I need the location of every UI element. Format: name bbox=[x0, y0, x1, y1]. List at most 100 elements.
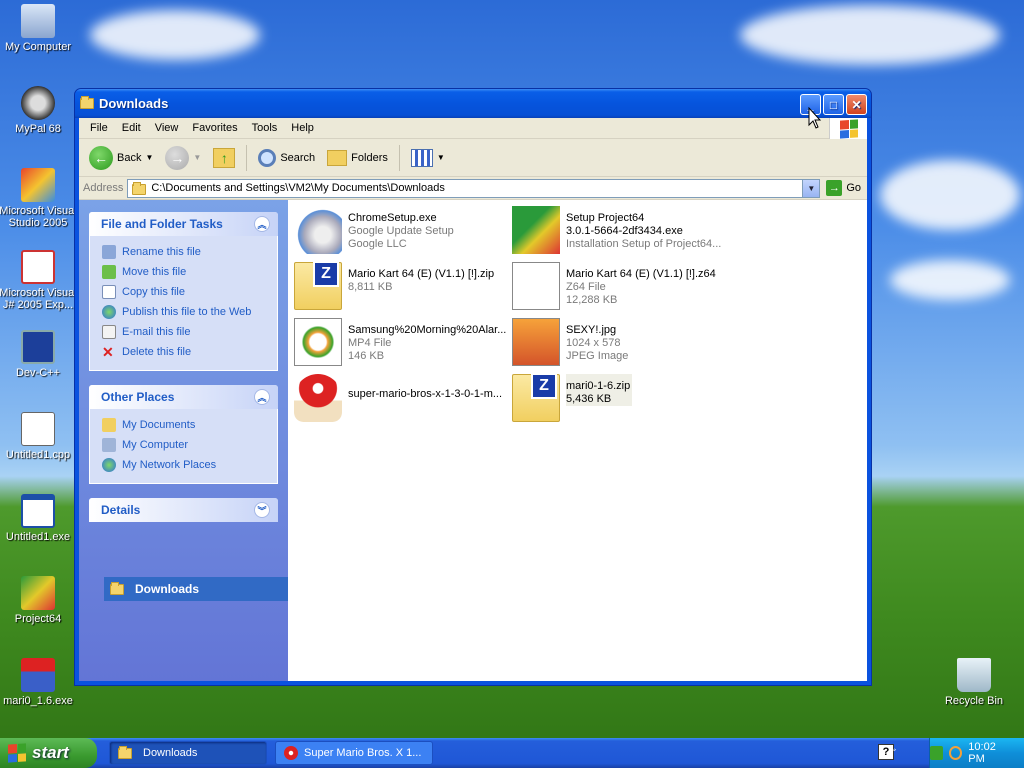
exe-file-icon bbox=[21, 494, 55, 528]
desktop-icon-dev-cpp[interactable]: Dev-C++ bbox=[0, 330, 78, 379]
taskbar-item-label: Super Mario Bros. X 1... bbox=[304, 747, 422, 759]
up-folder-button[interactable]: ↑ bbox=[209, 146, 239, 170]
panel-title: File and Folder Tasks bbox=[101, 217, 223, 231]
menu-tools[interactable]: Tools bbox=[245, 122, 285, 134]
desktop-icon-untitled-exe[interactable]: Untitled1.exe bbox=[0, 494, 78, 543]
my-documents-icon bbox=[102, 418, 116, 432]
menu-view[interactable]: View bbox=[148, 122, 186, 134]
clock[interactable]: 10:02 PM bbox=[968, 741, 1012, 765]
file-item[interactable]: Mario Kart 64 (E) (V1.1) [!].zip8,811 KB bbox=[294, 261, 509, 310]
chevron-up-icon[interactable]: ︽ bbox=[254, 216, 270, 232]
chevron-down-icon[interactable]: ︾ bbox=[254, 502, 270, 518]
media-file-icon bbox=[294, 318, 342, 366]
desktop-icon-recycle-bin[interactable]: Recycle Bin bbox=[934, 658, 1014, 707]
menu-edit[interactable]: Edit bbox=[115, 122, 148, 134]
my-network-places-link[interactable]: My Network Places bbox=[102, 455, 265, 475]
close-button[interactable]: ✕ bbox=[846, 94, 867, 115]
details-header[interactable]: Details ︾ bbox=[89, 498, 278, 522]
taskbar-item-smbx[interactable]: Super Mario Bros. X 1... bbox=[275, 741, 433, 765]
move-file-link[interactable]: Move this file bbox=[102, 262, 265, 282]
file-item[interactable]: super-mario-bros-x-1-3-0-1-m... bbox=[294, 374, 509, 422]
network-icon[interactable] bbox=[930, 746, 943, 760]
file-item[interactable]: mari0-1-6.zip5,436 KB bbox=[512, 373, 752, 422]
tray-arrow-icon[interactable]: ⇔ bbox=[888, 744, 898, 755]
other-places-header[interactable]: Other Places ︽ bbox=[89, 385, 278, 409]
file-item[interactable]: SEXY!.jpg 1024 x 578 JPEG Image bbox=[512, 318, 752, 366]
search-button[interactable]: Search bbox=[254, 147, 319, 169]
menu-help[interactable]: Help bbox=[284, 122, 321, 134]
go-arrow-icon: → bbox=[826, 180, 843, 196]
task-pane: File and Folder Tasks ︽ Rename this file… bbox=[79, 200, 417, 681]
publish-file-link[interactable]: Publish this file to the Web bbox=[102, 302, 265, 322]
zip-folder-icon bbox=[294, 261, 342, 310]
file-item[interactable]: Samsung%20Morning%20Alar... MP4 File 146 K… bbox=[294, 318, 509, 366]
file-name: mari0-1-6.zip bbox=[566, 380, 631, 392]
recycle-bin-icon bbox=[957, 658, 991, 692]
copy-file-link[interactable]: Copy this file bbox=[102, 282, 265, 302]
desktop-icon-label: Microsoft Visual Studio 2005 bbox=[0, 205, 77, 229]
taskbar-item-label: Downloads bbox=[143, 747, 198, 759]
file-folder-tasks-header[interactable]: File and Folder Tasks ︽ bbox=[89, 212, 278, 236]
mouse-cursor-icon bbox=[808, 107, 822, 129]
go-label: Go bbox=[846, 182, 861, 194]
views-button[interactable]: ▼ bbox=[407, 147, 449, 169]
chevron-down-icon[interactable]: ▼ bbox=[437, 153, 445, 162]
file-list[interactable]: ChromeSetup.exe Google Update Setup Google… bbox=[288, 200, 867, 681]
dev-cpp-icon bbox=[21, 330, 55, 364]
file-detail: Google Update Setup bbox=[348, 225, 454, 237]
cloud bbox=[880, 160, 1020, 230]
forward-button[interactable]: → ▼ bbox=[161, 144, 205, 172]
link-label: Rename this file bbox=[122, 246, 201, 258]
address-dropdown-icon[interactable]: ▼ bbox=[802, 179, 820, 197]
go-button[interactable]: → Go bbox=[820, 180, 867, 196]
email-file-link[interactable]: E-mail this file bbox=[102, 322, 265, 342]
desktop-icon-my-computer[interactable]: My Computer bbox=[0, 4, 78, 53]
generic-file-icon bbox=[512, 262, 560, 310]
desktop-icon-mari0[interactable]: mari0_1.6.exe bbox=[0, 658, 78, 707]
file-item[interactable]: ChromeSetup.exe Google Update Setup Google… bbox=[294, 206, 509, 254]
address-input[interactable]: C:\Documents and Settings\VM2\My Documen… bbox=[127, 178, 821, 198]
desktop-icon-label: Project64 bbox=[14, 613, 62, 625]
chevron-down-icon[interactable]: ▼ bbox=[193, 153, 201, 162]
desktop-icon-project64[interactable]: Project64 bbox=[0, 576, 78, 625]
delete-file-link[interactable]: ✕ Delete this file bbox=[102, 342, 265, 362]
file-detail: Z64 File bbox=[566, 281, 606, 293]
title-bar[interactable]: Downloads _ □ ✕ bbox=[75, 89, 871, 118]
search-tray-icon[interactable] bbox=[949, 746, 963, 760]
menu-file[interactable]: File bbox=[83, 122, 115, 134]
file-item[interactable]: Setup Project64 3.0.1-5664-2df3434.exe Ins… bbox=[512, 206, 752, 254]
desktop-icon-untitled-cpp[interactable]: Untitled1.cpp bbox=[0, 412, 78, 461]
views-icon bbox=[410, 148, 433, 167]
menu-favorites[interactable]: Favorites bbox=[185, 122, 244, 134]
taskbar-item-downloads[interactable]: Downloads bbox=[109, 741, 267, 765]
desktop-icon-visual-studio[interactable]: Microsoft Visual Studio 2005 bbox=[0, 168, 78, 229]
file-name: Mario Kart 64 (E) (V1.1) [!].z64 bbox=[566, 268, 716, 280]
explorer-window[interactable]: Downloads _ □ ✕ File Edit View Favorites… bbox=[74, 88, 872, 686]
visual-jsharp-icon bbox=[21, 250, 55, 284]
start-button[interactable]: start bbox=[0, 738, 97, 768]
project64-icon bbox=[512, 206, 560, 254]
desktop-icon-mypal[interactable]: MyPal 68 bbox=[0, 86, 78, 135]
chevron-down-icon[interactable]: ▼ bbox=[145, 153, 153, 162]
window-body: File Edit View Favorites Tools Help ← Ba… bbox=[79, 118, 867, 681]
project64-icon bbox=[21, 576, 55, 610]
address-bar: Address C:\Documents and Settings\VM2\My… bbox=[79, 177, 867, 200]
file-item[interactable]: Mario Kart 64 (E) (V1.1) [!].z64 Z64 File… bbox=[512, 262, 752, 310]
desktop-icon-label: Untitled1.exe bbox=[5, 531, 71, 543]
panel-body: My Documents My Computer My Network Plac… bbox=[89, 409, 278, 484]
file-detail: 146 KB bbox=[348, 350, 385, 362]
network-icon bbox=[102, 458, 116, 472]
other-places-panel: Other Places ︽ My Documents My Computer … bbox=[89, 385, 278, 484]
chevron-up-icon[interactable]: ︽ bbox=[254, 389, 270, 405]
folders-button[interactable]: Folders bbox=[323, 148, 392, 168]
desktop-icon-visual-jsharp[interactable]: Microsoft Visual J# 2005 Exp... bbox=[0, 250, 78, 311]
rename-file-link[interactable]: Rename this file bbox=[102, 242, 265, 262]
file-detail: 5,436 KB bbox=[566, 393, 612, 405]
maximize-button[interactable]: □ bbox=[823, 94, 844, 115]
back-button[interactable]: ← Back ▼ bbox=[85, 144, 157, 172]
desktop-icon-label: Microsoft Visual J# 2005 Exp... bbox=[0, 287, 77, 311]
taskbar: start Downloads Super Mario Bros. X 1...… bbox=[0, 738, 1024, 768]
delete-icon: ✕ bbox=[102, 344, 114, 360]
my-documents-link[interactable]: My Documents bbox=[102, 415, 265, 435]
my-computer-link[interactable]: My Computer bbox=[102, 435, 265, 455]
